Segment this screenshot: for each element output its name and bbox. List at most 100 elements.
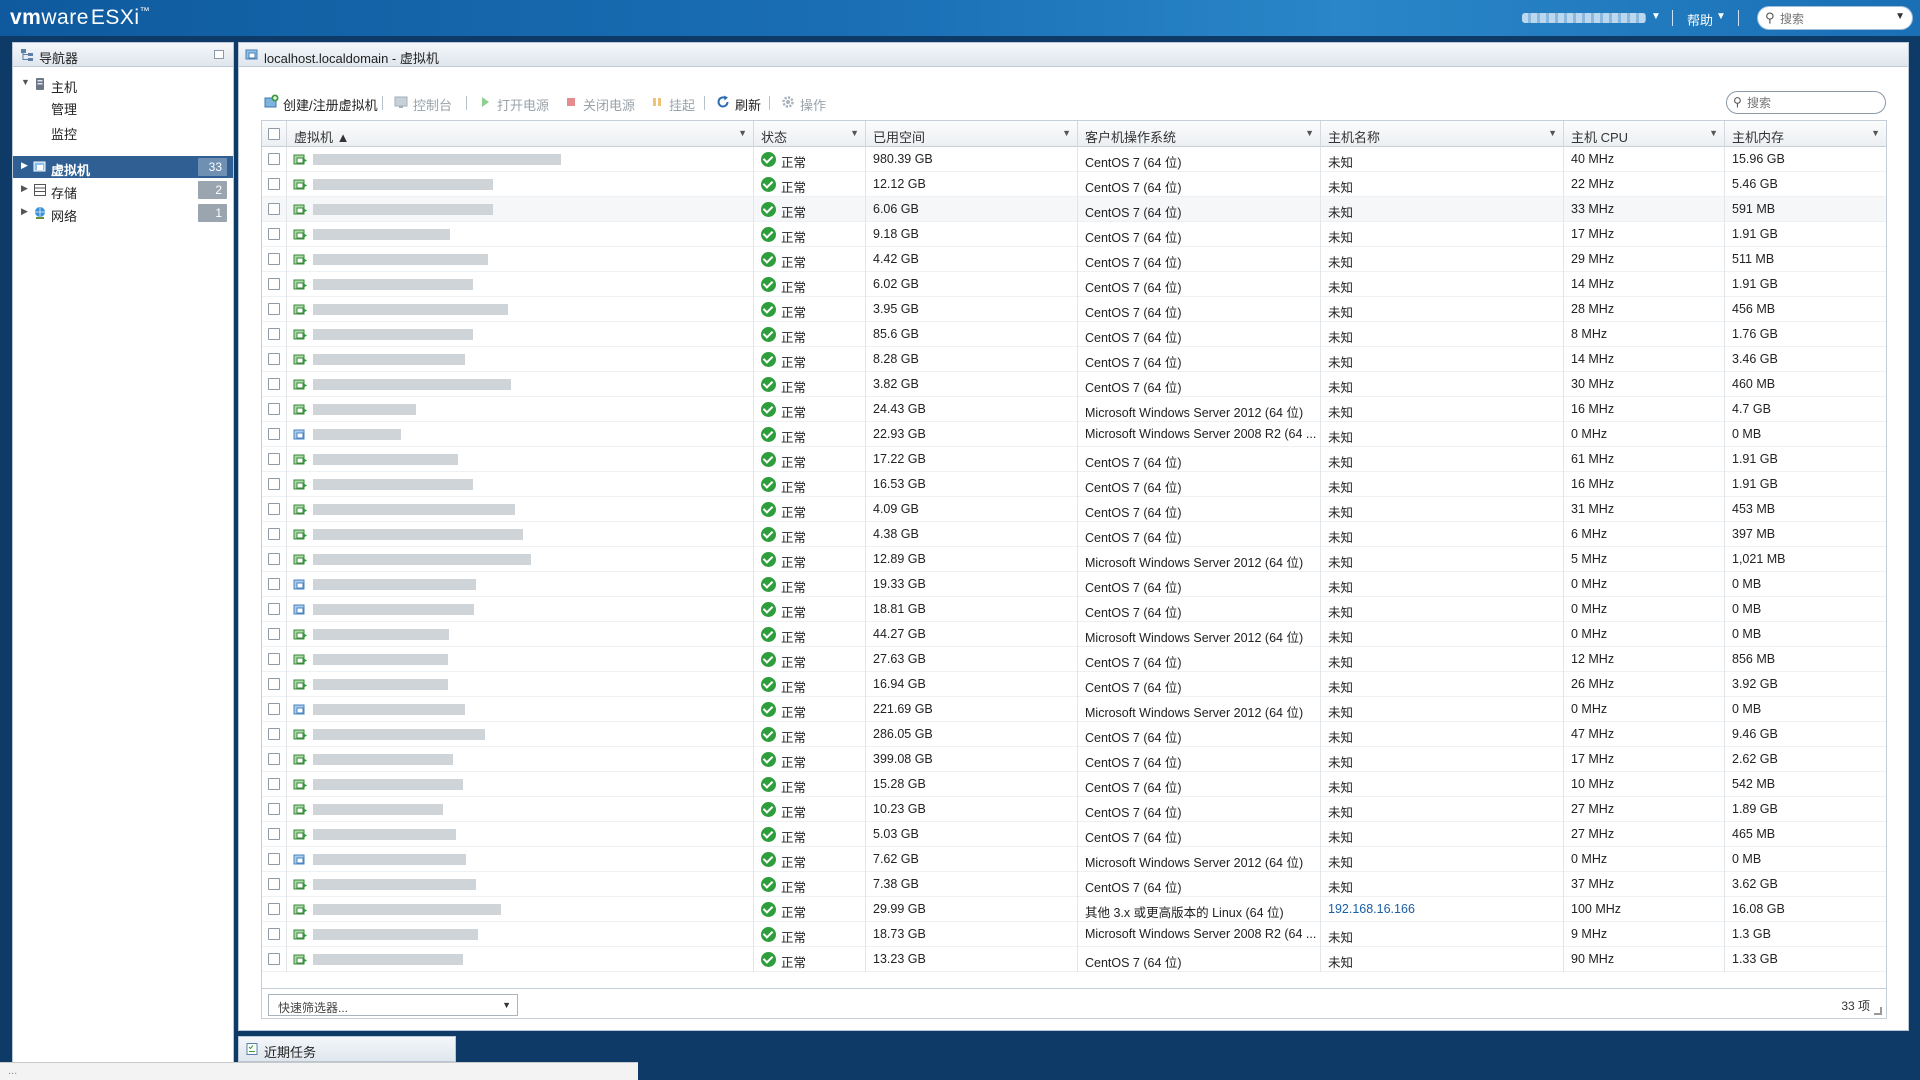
vm-name-cell[interactable] <box>287 647 754 672</box>
vm-search-input[interactable] <box>1747 95 1877 111</box>
row-checkbox[interactable] <box>268 928 280 940</box>
chevron-down-icon[interactable]: ▼ <box>1871 128 1880 138</box>
nav-item-host[interactable]: ▼ 主机 <box>13 73 233 95</box>
row-checkbox[interactable] <box>268 753 280 765</box>
row-checkbox[interactable] <box>268 478 280 490</box>
vm-name-cell[interactable] <box>287 347 754 372</box>
row-checkbox[interactable] <box>268 278 280 290</box>
row-checkbox[interactable] <box>268 678 280 690</box>
row-checkbox[interactable] <box>268 253 280 265</box>
chevron-down-icon[interactable]: ▼ <box>1709 128 1718 138</box>
expand-icon[interactable]: ▶ <box>21 206 28 217</box>
vm-name-cell[interactable] <box>287 947 754 972</box>
row-checkbox[interactable] <box>268 153 280 165</box>
row-checkbox[interactable] <box>268 603 280 615</box>
row-checkbox[interactable] <box>268 853 280 865</box>
chevron-down-icon[interactable]: ▼ <box>738 128 747 138</box>
global-search-input[interactable] <box>1780 10 1890 27</box>
table-row[interactable]: 正常 5.03 GB CentOS 7 (64 位) 未知 27 MHz 465 MB <box>262 822 1886 847</box>
vm-name-cell[interactable] <box>287 297 754 322</box>
vm-name-cell[interactable] <box>287 147 754 172</box>
vm-name-cell[interactable] <box>287 522 754 547</box>
table-row[interactable]: 正常 19.33 GB CentOS 7 (64 位) 未知 0 MHz 0 MB <box>262 572 1886 597</box>
row-checkbox[interactable] <box>268 428 280 440</box>
row-checkbox[interactable] <box>268 828 280 840</box>
row-checkbox[interactable] <box>268 353 280 365</box>
vm-name-cell[interactable] <box>287 897 754 922</box>
minimize-icon[interactable] <box>214 50 224 59</box>
vm-name-cell[interactable] <box>287 747 754 772</box>
table-row[interactable]: 正常 9.18 GB CentOS 7 (64 位) 未知 17 MHz 1.91 GB <box>262 222 1886 247</box>
vm-name-cell[interactable] <box>287 222 754 247</box>
table-row[interactable]: 正常 3.82 GB CentOS 7 (64 位) 未知 30 MHz 460 MB <box>262 372 1886 397</box>
table-row[interactable]: 正常 3.95 GB CentOS 7 (64 位) 未知 28 MHz 456 MB <box>262 297 1886 322</box>
table-row[interactable]: 正常 7.62 GB Microsoft Windows Server 2012 (… <box>262 847 1886 872</box>
table-row[interactable]: 正常 27.63 GB CentOS 7 (64 位) 未知 12 MHz 856 MB <box>262 647 1886 672</box>
table-row[interactable]: 正常 399.08 GB CentOS 7 (64 位) 未知 17 MHz 2.62 G… <box>262 747 1886 772</box>
row-checkbox[interactable] <box>268 328 280 340</box>
column-header-status[interactable]: 状态 ▼ <box>754 121 866 147</box>
row-checkbox[interactable] <box>268 503 280 515</box>
table-row[interactable]: 正常 24.43 GB Microsoft Windows Server 2012 … <box>262 397 1886 422</box>
global-search-box[interactable]: ⚲ ▼ <box>1757 6 1913 30</box>
table-row[interactable]: 正常 17.22 GB CentOS 7 (64 位) 未知 61 MHz 1.91 GB <box>262 447 1886 472</box>
row-checkbox[interactable] <box>268 403 280 415</box>
nav-item-network[interactable]: ▶ 网络 1 <box>13 202 233 224</box>
table-row[interactable]: 正常 6.02 GB CentOS 7 (64 位) 未知 14 MHz 1.91 GB <box>262 272 1886 297</box>
column-header-vm[interactable]: 虚拟机 ▲ ▼ <box>287 121 754 147</box>
vm-name-cell[interactable] <box>287 847 754 872</box>
table-row[interactable]: 正常 286.05 GB CentOS 7 (64 位) 未知 47 MHz 9.46 G… <box>262 722 1886 747</box>
table-row[interactable]: 正常 10.23 GB CentOS 7 (64 位) 未知 27 MHz 1.89 GB <box>262 797 1886 822</box>
table-row[interactable]: 正常 4.09 GB CentOS 7 (64 位) 未知 31 MHz 453 MB <box>262 497 1886 522</box>
table-row[interactable]: 正常 16.94 GB CentOS 7 (64 位) 未知 26 MHz 3.92 GB <box>262 672 1886 697</box>
chevron-down-icon[interactable]: ▼ <box>1062 128 1071 138</box>
vm-name-cell[interactable] <box>287 672 754 697</box>
vm-name-cell[interactable] <box>287 497 754 522</box>
quick-filter-dropdown[interactable]: 快速筛选器... ▼ <box>268 994 518 1016</box>
row-checkbox[interactable] <box>268 553 280 565</box>
vm-name-cell[interactable] <box>287 797 754 822</box>
select-all-checkbox[interactable] <box>268 128 280 140</box>
table-row[interactable]: 正常 12.12 GB CentOS 7 (64 位) 未知 22 MHz 5.46 GB <box>262 172 1886 197</box>
row-checkbox[interactable] <box>268 803 280 815</box>
vm-name-cell[interactable] <box>287 397 754 422</box>
search-caret-icon[interactable]: ▼ <box>1895 11 1905 22</box>
recent-tasks-tab[interactable]: 近期任务 <box>238 1036 456 1062</box>
column-header-host-name[interactable]: 主机名称 ▼ <box>1321 121 1564 147</box>
table-row[interactable]: 正常 8.28 GB CentOS 7 (64 位) 未知 14 MHz 3.46 GB <box>262 347 1886 372</box>
vm-name-cell[interactable] <box>287 172 754 197</box>
table-row[interactable]: 正常 6.06 GB CentOS 7 (64 位) 未知 33 MHz 591 MB <box>262 197 1886 222</box>
row-checkbox[interactable] <box>268 453 280 465</box>
vm-name-cell[interactable] <box>287 922 754 947</box>
row-checkbox[interactable] <box>268 228 280 240</box>
vm-name-cell[interactable] <box>287 372 754 397</box>
vm-name-cell[interactable] <box>287 772 754 797</box>
table-row[interactable]: 正常 18.73 GB Microsoft Windows Server 2008 … <box>262 922 1886 947</box>
vm-name-cell[interactable] <box>287 597 754 622</box>
row-checkbox[interactable] <box>268 378 280 390</box>
host-value[interactable]: 192.168.16.166 <box>1328 902 1415 916</box>
table-row[interactable]: 正常 13.23 GB CentOS 7 (64 位) 未知 90 MHz 1.33 GB <box>262 947 1886 972</box>
table-row[interactable]: 正常 29.99 GB 其他 3.x 或更高版本的 Linux (64 位) 192.… <box>262 897 1886 922</box>
column-header-used-space[interactable]: 已用空间 ▼ <box>866 121 1078 147</box>
row-checkbox[interactable] <box>268 303 280 315</box>
row-checkbox[interactable] <box>268 878 280 890</box>
collapse-icon[interactable]: ▼ <box>21 77 30 87</box>
vm-name-cell[interactable] <box>287 722 754 747</box>
vm-name-cell[interactable] <box>287 447 754 472</box>
vm-name-cell[interactable] <box>287 547 754 572</box>
column-header-host-cpu[interactable]: 主机 CPU ▼ <box>1564 121 1725 147</box>
resize-grip-icon[interactable] <box>1874 1007 1882 1015</box>
vm-name-cell[interactable] <box>287 572 754 597</box>
nav-item-vms[interactable]: ▶ 虚拟机 33 <box>13 156 233 178</box>
vm-name-cell[interactable] <box>287 422 754 447</box>
vm-name-cell[interactable] <box>287 872 754 897</box>
nav-item-storage[interactable]: ▶ 存储 2 <box>13 179 233 201</box>
table-row[interactable]: 正常 22.93 GB Microsoft Windows Server 2008 … <box>262 422 1886 447</box>
nav-item-manage[interactable]: 管理 <box>13 95 233 117</box>
column-header-guest-os[interactable]: 客户机操作系统 ▼ <box>1078 121 1321 147</box>
expand-icon[interactable]: ▶ <box>21 183 28 194</box>
chevron-down-icon[interactable]: ▼ <box>1548 128 1557 138</box>
nav-item-monitor[interactable]: 监控 <box>13 120 233 142</box>
vm-name-cell[interactable] <box>287 197 754 222</box>
